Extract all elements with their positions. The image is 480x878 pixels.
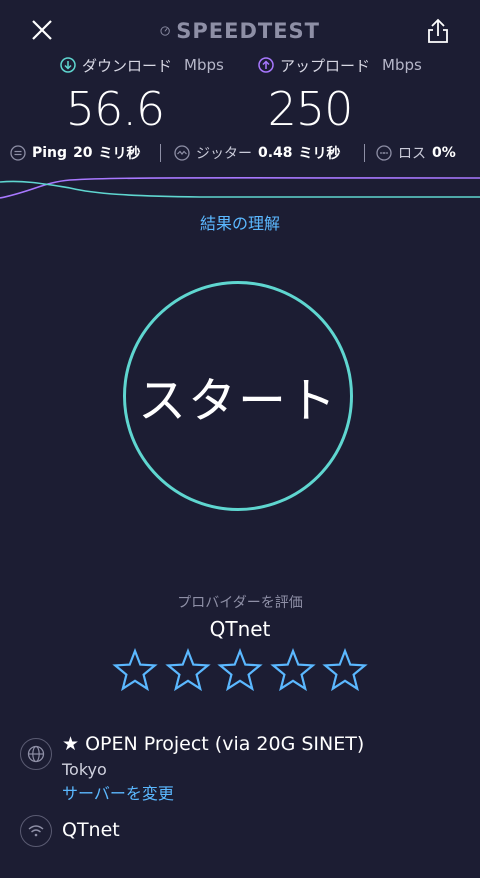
wifi-icon [20,815,52,847]
download-graph-line [0,180,480,198]
share-icon [428,18,448,43]
download-arrow-icon [60,57,76,73]
star-icon-5[interactable] [322,648,368,694]
ping-unit: ミリ秒 [98,146,141,162]
speedtest-logo: SPEEDTEST [160,16,320,46]
download-value: 56.6 [65,82,165,136]
start-button[interactable]: スタート [123,281,353,511]
upload-unit: Mbps [382,56,422,74]
share-button[interactable] [420,10,456,50]
rate-provider-prompt: プロバイダーを評価 [177,595,303,611]
star-icon-3[interactable] [217,648,263,694]
stats-divider [160,144,161,162]
loss-stat: ロス 0% [376,140,456,166]
loss-icon [376,145,392,161]
star-icon-4[interactable] [269,648,316,694]
download-label: ダウンロード Mbps [60,54,224,76]
globe-icon [20,738,52,770]
isp-name: QTnet [62,819,120,841]
speed-graph [0,177,480,199]
logo-text: SPEEDTEST [176,19,320,43]
rate-provider-name: QTnet [209,617,271,641]
star-rating [112,648,368,694]
server-name: ★ OPEN Project (via 20G SINET) [62,733,365,755]
star-icon-1[interactable] [112,648,158,694]
upload-label-text: アップロード [280,56,371,75]
upload-arrow-icon [258,57,274,73]
start-button-label: スタート [137,373,338,429]
download-unit: Mbps [184,56,224,74]
stats-row: Ping 20 ミリ秒 ジッター 0.48 ミリ秒 ロス 0% [0,140,480,166]
jitter-label: ジッター [196,146,252,162]
ping-icon [10,145,26,161]
jitter-unit: ミリ秒 [298,146,341,162]
ping-stat: Ping 20 ミリ秒 [10,140,141,166]
server-city: Tokyo [62,760,107,779]
jitter-stat: ジッター 0.48 ミリ秒 [174,140,341,166]
gauge-icon [160,26,170,36]
loss-value: 0% [432,145,456,161]
jitter-value: 0.48 [258,145,293,161]
download-label-text: ダウンロード [82,56,173,75]
upload-value: 250 [267,82,354,136]
loss-label: ロス [398,146,426,162]
close-button[interactable] [22,10,62,50]
ping-value: 20 [73,145,93,161]
upload-label: アップロード Mbps [258,54,422,76]
star-icon-2[interactable] [164,648,211,694]
change-server-link[interactable]: サーバーを変更 [62,780,174,804]
stats-divider [364,144,365,162]
ping-label: Ping [32,145,68,161]
close-icon [32,20,52,40]
understand-results-link[interactable]: 結果の理解 [0,210,480,234]
jitter-icon [174,145,190,161]
